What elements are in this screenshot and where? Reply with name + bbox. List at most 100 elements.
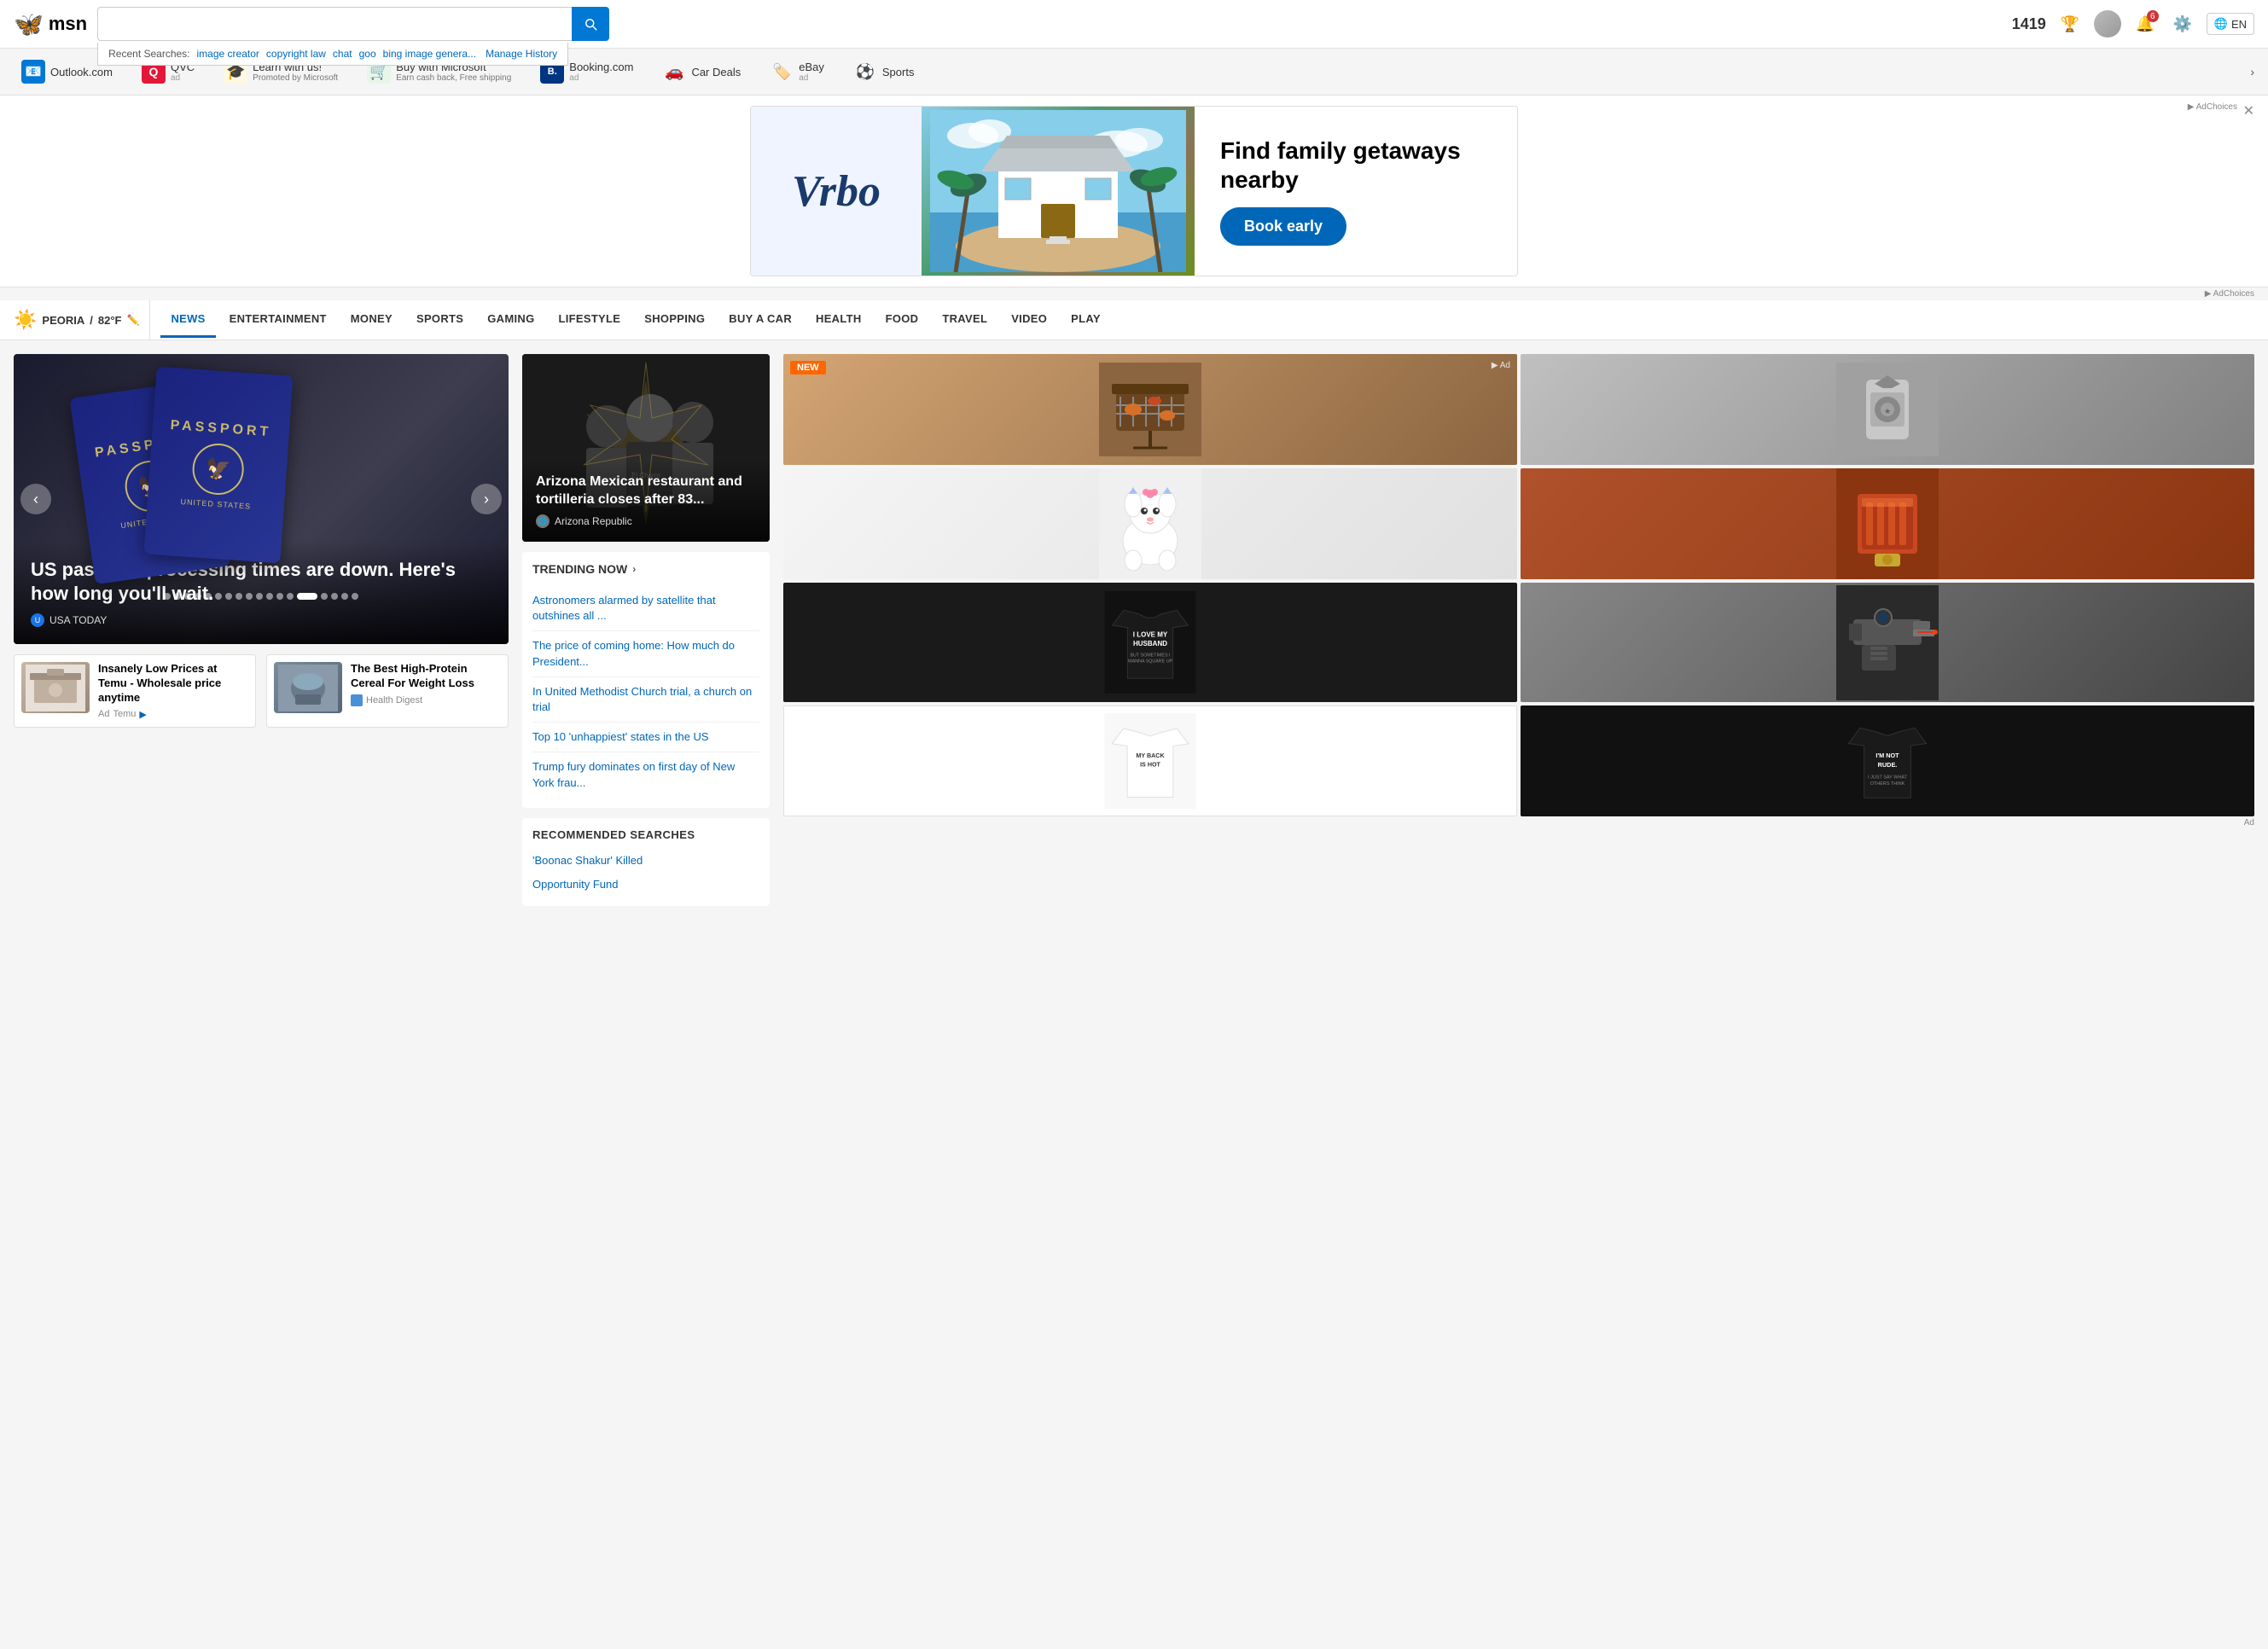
recommended-item-0[interactable]: 'Boonac Shakur' Killed: [532, 848, 759, 872]
ad-grid: NEW ▶ Ad: [783, 354, 2254, 816]
language-selector[interactable]: 🌐 EN: [2207, 13, 2254, 35]
adchoices-button[interactable]: ▶ AdChoices: [2188, 102, 2237, 112]
quicklinks-more-arrow[interactable]: ›: [2250, 65, 2254, 78]
nav-buy-a-car[interactable]: BUY A CAR: [718, 302, 802, 338]
ql-ebay[interactable]: 🏷️ eBay ad: [762, 55, 832, 88]
ad-grid-item-1[interactable]: NEW ▶ Ad: [783, 354, 1517, 465]
dot-6[interactable]: [215, 593, 222, 600]
hero-small-cards: Insanely Low Prices at Temu - Wholesale …: [14, 654, 509, 728]
weather-sep: /: [90, 314, 93, 327]
nav-news[interactable]: NEWS: [160, 302, 215, 338]
small-card-1-image: [21, 662, 90, 713]
svg-text:HUSBAND: HUSBAND: [1133, 640, 1167, 647]
trending-header[interactable]: TRENDING NOW ›: [532, 562, 759, 576]
ad-grid-item-5[interactable]: I LOVE MY HUSBAND BUT SOMETIMES I WANNA …: [783, 583, 1517, 702]
carousel-next-button[interactable]: ›: [471, 484, 502, 514]
new-badge: NEW: [790, 361, 826, 375]
recent-search-3[interactable]: goo: [359, 48, 376, 60]
trending-item-1[interactable]: The price of coming home: How much do Pr…: [532, 631, 759, 676]
manage-history[interactable]: Manage History: [486, 48, 557, 60]
dot-15[interactable]: [321, 593, 328, 600]
source-label-1: Temu: [113, 709, 136, 719]
nav-sports[interactable]: SPORTS: [406, 302, 474, 338]
small-card-1-ad: Ad Temu ▶: [98, 709, 248, 720]
settings-icon[interactable]: ⚙️: [2169, 10, 2196, 38]
restaurant-card[interactable]: El Charro Arizona Mexican restaurant and…: [522, 354, 770, 542]
dot-12[interactable]: [276, 593, 283, 600]
ad-choices-top-right[interactable]: ▶ Ad: [1492, 361, 1510, 370]
nav-travel[interactable]: TRAVEL: [932, 302, 997, 338]
weather-edit-icon[interactable]: ✏️: [126, 314, 139, 326]
weather-temp: 82°F: [98, 314, 122, 327]
ad-banner-wrapper: ▶ AdChoices ✕ Vrbo: [0, 96, 2268, 287]
laser-weapon-illustration: [1836, 585, 1939, 700]
dot-3[interactable]: [184, 593, 191, 600]
adchoices-bar: ▶ AdChoices: [0, 287, 2268, 300]
ad-grid-item-3[interactable]: [783, 468, 1517, 579]
ad-grid-item-8[interactable]: I'M NOT RUDE. I JUST SAY WHAT OTHERS THI…: [1521, 705, 2254, 816]
dot-13[interactable]: [287, 593, 294, 600]
ad-grid-item-6[interactable]: [1521, 583, 2254, 702]
dot-5[interactable]: [205, 593, 212, 600]
small-card-2[interactable]: The Best High-Protein Cereal For Weight …: [266, 654, 509, 728]
trending-item-2[interactable]: In United Methodist Church trial, a chur…: [532, 677, 759, 723]
nav-video[interactable]: VIDEO: [1001, 302, 1057, 338]
svg-text:I LOVE MY: I LOVE MY: [1133, 630, 1168, 638]
small-card-2-content: The Best High-Protein Cereal For Weight …: [351, 662, 501, 720]
recent-search-0[interactable]: image creator: [197, 48, 259, 60]
book-early-button[interactable]: Book early: [1220, 207, 1346, 246]
notification-bell[interactable]: 🔔 6: [2131, 10, 2159, 38]
trending-item-0[interactable]: Astronomers alarmed by satellite that ou…: [532, 586, 759, 631]
ad-banner[interactable]: Vrbo: [750, 106, 1518, 276]
ad-grid-item-4[interactable]: [1521, 468, 2254, 579]
ql-sports[interactable]: ⚽ Sports: [846, 55, 922, 88]
dot-8[interactable]: [236, 593, 242, 600]
msn-logo[interactable]: 🦋 msn: [14, 10, 87, 38]
outlook-icon: 📧: [21, 60, 45, 84]
dog-illustration: [1099, 468, 1201, 579]
restaurant-image: El Charro Arizona Mexican restaurant and…: [522, 354, 770, 542]
search-input[interactable]: [97, 7, 572, 41]
ql-cardeals[interactable]: 🚗 Car Deals: [654, 55, 748, 88]
dot-17[interactable]: [341, 593, 348, 600]
msn-logo-icon: 🦋: [14, 10, 44, 38]
recent-search-1[interactable]: copyright law: [266, 48, 326, 60]
small-card-1[interactable]: Insanely Low Prices at Temu - Wholesale …: [14, 654, 256, 728]
dot-1[interactable]: [164, 593, 171, 600]
search-button[interactable]: [572, 7, 609, 41]
trending-item-3[interactable]: Top 10 'unhappiest' states in the US: [532, 723, 759, 752]
carousel-prev-button[interactable]: ‹: [20, 484, 51, 514]
ad-grid-item-7[interactable]: MY BACK IS HOT: [783, 705, 1517, 816]
ad-grid-item-2[interactable]: ★: [1521, 354, 2254, 465]
dot-14[interactable]: [297, 593, 317, 600]
svg-text:OTHERS THINK: OTHERS THINK: [1870, 781, 1905, 787]
recent-search-4[interactable]: bing image genera...: [383, 48, 476, 60]
recent-search-2[interactable]: chat: [333, 48, 352, 60]
dot-4[interactable]: [195, 593, 201, 600]
recommended-item-1[interactable]: Opportunity Fund: [532, 872, 759, 896]
dot-9[interactable]: [246, 593, 253, 600]
nav-gaming[interactable]: GAMING: [477, 302, 544, 338]
dot-16[interactable]: [331, 593, 338, 600]
nav-food[interactable]: FOOD: [875, 302, 929, 338]
svg-text:WANNA SQUARE UP: WANNA SQUARE UP: [1128, 659, 1173, 665]
nav-entertainment[interactable]: ENTERTAINMENT: [219, 302, 337, 338]
dot-2[interactable]: [174, 593, 181, 600]
trophy-icon[interactable]: 🏆: [2056, 10, 2084, 38]
avatar[interactable]: [2094, 10, 2121, 38]
play-icon-1: ▶: [139, 709, 146, 720]
nav-health[interactable]: HEALTH: [805, 302, 872, 338]
dot-7[interactable]: [225, 593, 232, 600]
nav-money[interactable]: MONEY: [340, 302, 403, 338]
dot-18[interactable]: [352, 593, 358, 600]
ql-sports-label: Sports: [882, 66, 915, 78]
nav-lifestyle[interactable]: LIFESTYLE: [548, 302, 631, 338]
trending-item-4[interactable]: Trump fury dominates on first day of New…: [532, 752, 759, 797]
dot-11[interactable]: [266, 593, 273, 600]
nav-shopping[interactable]: SHOPPING: [634, 302, 715, 338]
ad-close-button[interactable]: ✕: [2243, 102, 2254, 119]
adchoices-link[interactable]: ▶ AdChoices: [2205, 289, 2254, 299]
dot-10[interactable]: [256, 593, 263, 600]
health-digest-icon: [351, 694, 363, 706]
nav-play[interactable]: PLAY: [1061, 302, 1111, 338]
